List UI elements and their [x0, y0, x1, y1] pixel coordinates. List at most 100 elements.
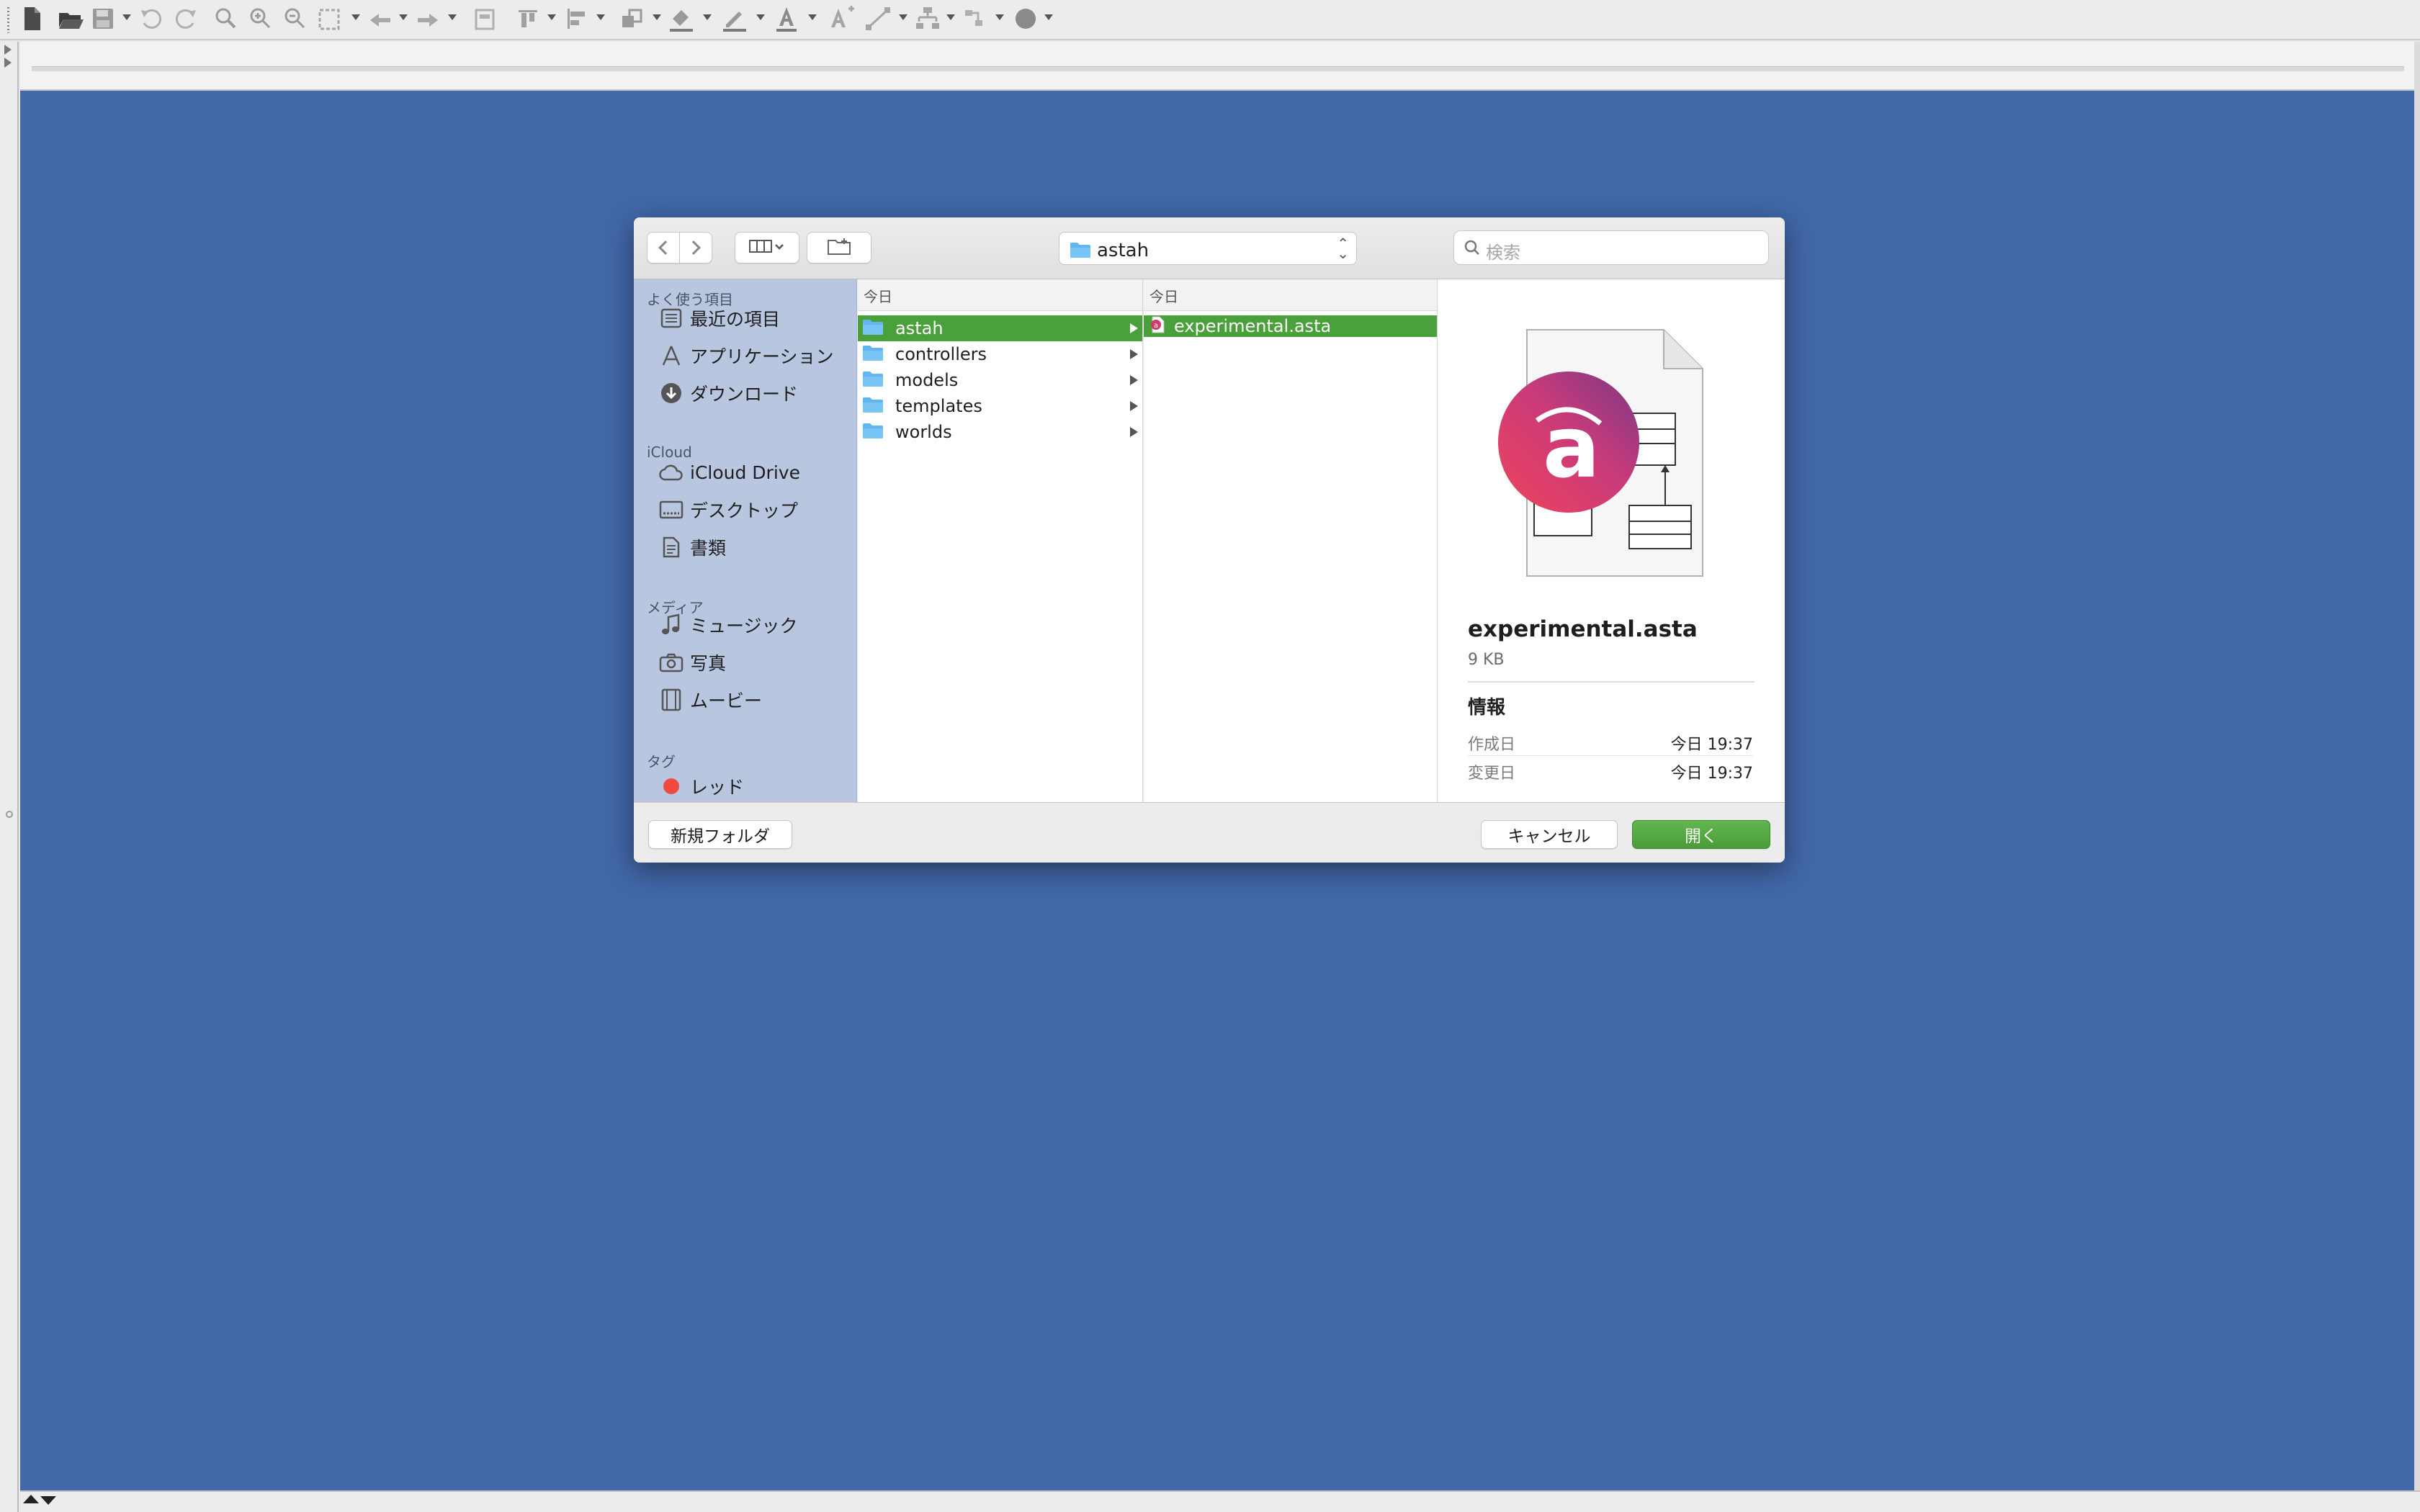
open-button[interactable]: 開く	[1632, 820, 1770, 849]
list-item-models[interactable]: models	[858, 367, 1142, 393]
snap-dropdown-arrow[interactable]	[995, 14, 1004, 20]
font-color-icon[interactable]	[772, 4, 801, 36]
open-file-dialog: astah ⌃ ⌄ 検索 よく使う項目 最近の項目 アプリケーション ダウンロー…	[634, 217, 1785, 863]
left-gutter	[0, 42, 19, 1512]
list-item-controllers[interactable]: controllers	[858, 341, 1142, 367]
location-popup[interactable]: astah ⌃ ⌄	[1059, 232, 1357, 265]
line-style-dropdown-arrow[interactable]	[899, 14, 908, 20]
list-item-label: experimental.asta	[1174, 316, 1332, 336]
tab-strip-divider	[32, 66, 2404, 71]
camera-icon	[658, 649, 684, 675]
chevron-left-icon	[658, 240, 673, 255]
cloud-icon	[658, 459, 684, 485]
sidebar-item-music[interactable]: ミュージック	[658, 608, 853, 642]
line-color-icon[interactable]	[720, 4, 749, 36]
layout-dropdown-arrow[interactable]	[946, 14, 955, 20]
forward-button[interactable]	[679, 232, 712, 264]
disclosure-arrow-icon	[1130, 349, 1138, 359]
preview-modified-row: 変更日 今日 19:37	[1468, 756, 1753, 785]
gutter-collapse-icon[interactable]	[4, 58, 12, 68]
dialog-footer: 新規フォルダ キャンセル 開く	[634, 802, 1785, 863]
line-style-icon[interactable]	[864, 4, 893, 36]
column-view-icon	[748, 238, 786, 258]
back-dropdown-arrow[interactable]	[399, 14, 408, 20]
search-placeholder: 検索	[1486, 243, 1520, 263]
folder-icon	[862, 345, 884, 364]
applications-icon	[658, 343, 684, 369]
browser-column-2: 今日 a experimental.asta	[1144, 279, 1438, 802]
forward-dropdown-arrow[interactable]	[448, 14, 457, 20]
sidebar-item-label: 書類	[690, 538, 727, 559]
font-size-icon[interactable]	[828, 4, 857, 36]
folder-icon	[862, 319, 884, 338]
line-color-dropdown-arrow[interactable]	[756, 14, 765, 20]
list-item-templates[interactable]: templates	[858, 393, 1142, 419]
sidebar-item-desktop[interactable]: デスクトップ	[658, 492, 853, 527]
collapse-down-icon[interactable]	[40, 1496, 56, 1505]
dialog-toolbar: astah ⌃ ⌄ 検索	[634, 217, 1785, 279]
sidebar-item-recents[interactable]: 最近の項目	[658, 301, 853, 336]
align-left-dropdown-arrow[interactable]	[596, 14, 605, 20]
sidebar-item-label: アプリケーション	[690, 346, 834, 367]
back-arrow-icon[interactable]	[367, 4, 393, 36]
fit-dropdown-arrow[interactable]	[351, 14, 360, 20]
font-color-dropdown-arrow[interactable]	[808, 14, 817, 20]
gutter-expand-icon[interactable]	[4, 45, 12, 55]
zoom-in-icon[interactable]	[248, 4, 272, 36]
shape-icon[interactable]	[1013, 4, 1039, 36]
new-folder-button[interactable]: 新規フォルダ	[648, 820, 792, 849]
folder-plus-icon	[827, 237, 851, 258]
shape-dropdown-arrow[interactable]	[1044, 14, 1053, 20]
save-dropdown-arrow[interactable]	[122, 14, 131, 20]
sidebar-item-icloud-drive[interactable]: iCloud Drive	[658, 455, 853, 490]
sidebar-item-movies[interactable]: ムービー	[658, 683, 853, 717]
forward-arrow-icon[interactable]	[415, 4, 441, 36]
search-field[interactable]: 検索	[1453, 230, 1769, 265]
sidebar-item-downloads[interactable]: ダウンロード	[658, 376, 853, 410]
open-folder-icon[interactable]	[56, 4, 85, 36]
arrange-dropdown-arrow[interactable]	[653, 14, 661, 20]
save-icon[interactable]	[91, 4, 115, 36]
list-item-label: astah	[895, 318, 944, 338]
new-folder-toolbar-button[interactable]	[807, 232, 871, 264]
undo-icon[interactable]	[138, 4, 164, 36]
sidebar-item-label: iCloud Drive	[690, 462, 800, 483]
preview-pane: a experimental.asta 9 KB 情報 作成日 今日 19:37…	[1438, 279, 1785, 802]
sidebar-item-applications[interactable]: アプリケーション	[658, 338, 853, 373]
sidebar-item-label: ダウンロード	[690, 384, 799, 405]
music-icon	[658, 612, 684, 638]
redo-icon[interactable]	[173, 4, 199, 36]
sidebar-item-tag-red[interactable]: レッド	[658, 769, 853, 802]
snap-icon[interactable]	[962, 4, 988, 36]
toolbar-grip[interactable]	[7, 7, 9, 33]
downloads-icon	[658, 380, 684, 406]
zoom-out-icon[interactable]	[282, 4, 307, 36]
grid-icon[interactable]	[472, 4, 497, 36]
expand-up-icon[interactable]	[23, 1495, 39, 1503]
sidebar-item-documents[interactable]: 書類	[658, 530, 853, 564]
list-item-worlds[interactable]: worlds	[858, 419, 1142, 445]
align-left-icon[interactable]	[565, 4, 589, 36]
gutter-resize-handle[interactable]	[6, 811, 13, 818]
cancel-button[interactable]: キャンセル	[1481, 820, 1618, 849]
fill-color-icon[interactable]	[667, 4, 696, 36]
disclosure-arrow-icon	[1130, 323, 1138, 333]
sidebar-item-photos[interactable]: 写真	[658, 645, 853, 680]
column-header: 今日	[858, 279, 1142, 311]
fill-color-dropdown-arrow[interactable]	[703, 14, 712, 20]
align-top-dropdown-arrow[interactable]	[547, 14, 556, 20]
folder-icon	[862, 397, 884, 415]
new-file-icon[interactable]	[22, 4, 43, 36]
preview-created-row: 作成日 今日 19:37	[1468, 727, 1753, 756]
zoom-icon[interactable]	[213, 4, 238, 36]
back-button[interactable]	[647, 232, 680, 264]
view-mode-button[interactable]	[735, 232, 799, 264]
list-item-astah[interactable]: astah	[858, 315, 1142, 341]
layout-icon[interactable]	[915, 4, 941, 36]
browser-column-1: 今日 astah controllers models templates wo…	[858, 279, 1143, 802]
arrange-icon[interactable]	[619, 4, 644, 36]
align-top-icon[interactable]	[516, 4, 540, 36]
preview-info-heading: 情報	[1468, 697, 1506, 719]
list-item-experimental-asta[interactable]: a experimental.asta	[1144, 315, 1437, 337]
fit-window-icon[interactable]	[317, 4, 343, 36]
